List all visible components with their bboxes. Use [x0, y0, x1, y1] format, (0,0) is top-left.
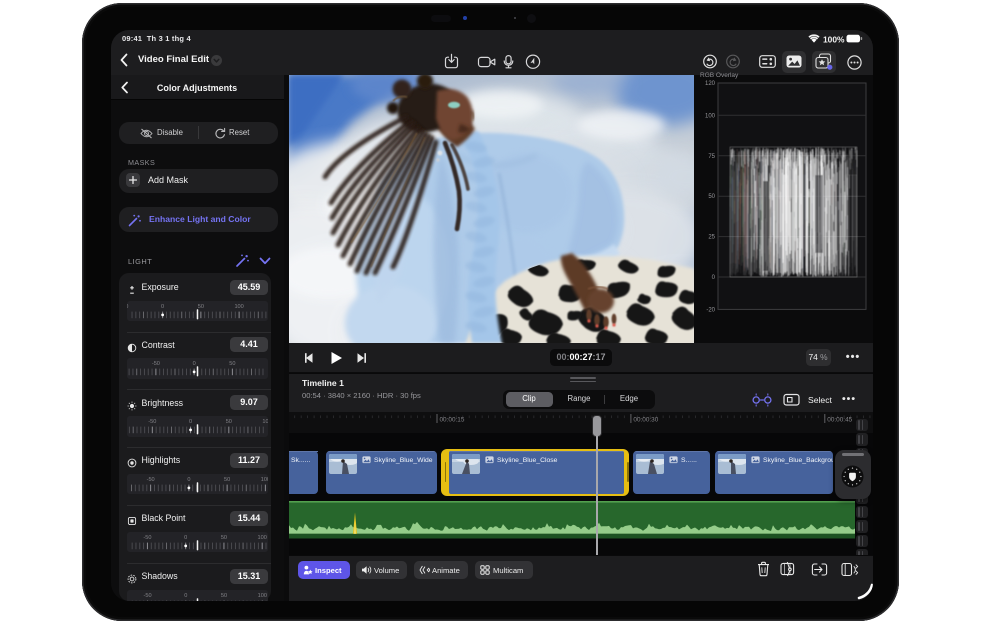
svg-text:-50: -50	[143, 535, 151, 541]
svg-text:-50: -50	[127, 304, 128, 310]
svg-text:00:00:30: 00:00:30	[633, 417, 658, 424]
svg-text:100: 100	[258, 535, 267, 541]
svg-text:0: 0	[193, 361, 196, 367]
svg-text:00:00:15: 00:00:15	[440, 417, 465, 424]
svg-text:0: 0	[184, 535, 187, 541]
svg-text:0: 0	[189, 419, 192, 425]
svg-text:0: 0	[161, 304, 164, 310]
svg-text:100: 100	[262, 419, 268, 425]
svg-text:50: 50	[221, 593, 227, 599]
svg-text:-50: -50	[148, 419, 156, 425]
svg-text:100%: 100%	[823, 35, 845, 45]
svg-text:0: 0	[712, 275, 716, 281]
svg-text:50: 50	[226, 419, 232, 425]
svg-text:0: 0	[187, 477, 190, 483]
svg-text:50: 50	[708, 194, 715, 200]
svg-text:-20: -20	[706, 307, 715, 313]
svg-text:100: 100	[258, 593, 267, 599]
svg-text:-50: -50	[143, 593, 151, 599]
svg-text:50: 50	[229, 361, 235, 367]
svg-text:50: 50	[221, 535, 227, 541]
svg-text:50: 50	[224, 477, 230, 483]
svg-text:00:00:45: 00:00:45	[827, 417, 852, 424]
svg-text:50: 50	[198, 304, 204, 310]
svg-text:0: 0	[184, 593, 187, 599]
svg-text:100: 100	[261, 477, 268, 483]
svg-text:-50: -50	[152, 361, 160, 367]
svg-text:75: 75	[708, 154, 715, 160]
svg-text:100: 100	[705, 113, 716, 119]
svg-text:120: 120	[705, 81, 716, 87]
svg-text:-50: -50	[147, 477, 155, 483]
svg-text:100: 100	[234, 304, 243, 310]
svg-text:25: 25	[708, 235, 715, 241]
